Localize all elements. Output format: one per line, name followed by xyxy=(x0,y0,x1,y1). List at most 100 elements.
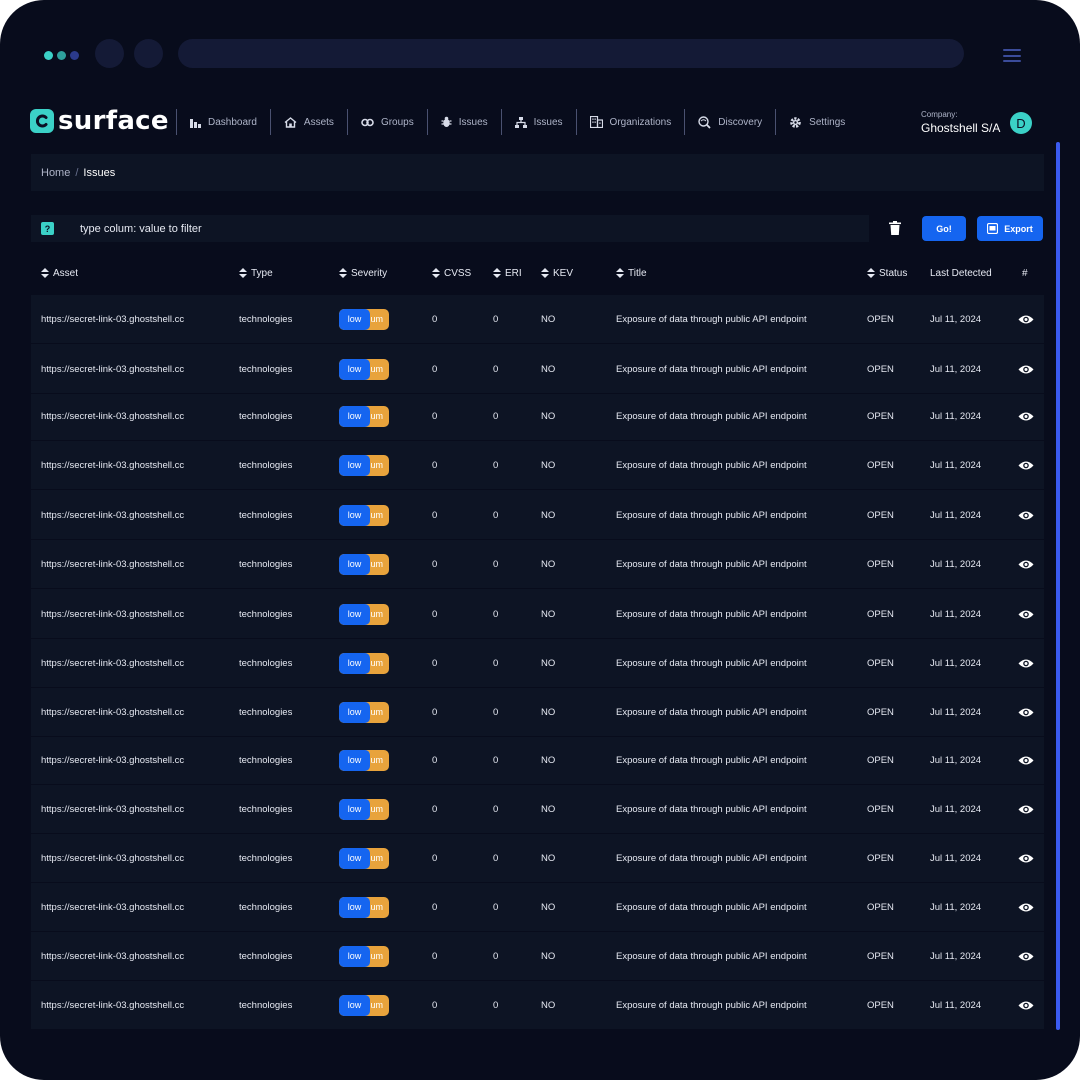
url-bar[interactable] xyxy=(178,39,964,68)
col-status[interactable]: Status xyxy=(867,258,907,288)
table-row[interactable]: https://secret-link-03.ghostshell.cc tec… xyxy=(31,736,1044,785)
severity-hidden-text: um xyxy=(370,755,383,765)
cell-severity: um low xyxy=(339,981,389,1029)
severity-hidden-text: um xyxy=(370,902,383,912)
company-info[interactable]: Company: Ghostshell S/A xyxy=(921,110,1000,135)
cell-asset[interactable]: https://secret-link-03.ghostshell.cc xyxy=(41,590,184,638)
cell-severity: um low xyxy=(339,834,389,882)
col-asset[interactable]: Asset xyxy=(41,258,78,288)
table-row[interactable]: https://secret-link-03.ghostshell.cc tec… xyxy=(31,883,1044,932)
col-type[interactable]: Type xyxy=(239,258,273,288)
eye-icon[interactable] xyxy=(1018,932,1034,980)
cell-asset[interactable]: https://secret-link-03.ghostshell.cc xyxy=(41,736,184,784)
cell-asset[interactable]: https://secret-link-03.ghostshell.cc xyxy=(41,981,184,1029)
cell-eri: 0 xyxy=(493,999,499,1011)
cell-kev: NO xyxy=(541,459,556,471)
table-row[interactable]: https://secret-link-03.ghostshell.cc tec… xyxy=(31,639,1044,688)
severity-low: low xyxy=(339,358,370,380)
cell-last-detected: Jul 11, 2024 xyxy=(930,754,982,766)
cell-asset[interactable]: https://secret-link-03.ghostshell.cc xyxy=(41,295,184,343)
col-severity[interactable]: Severity xyxy=(339,258,387,288)
export-button[interactable]: Export xyxy=(977,216,1043,241)
table-row[interactable]: https://secret-link-03.ghostshell.cc tec… xyxy=(31,295,1044,344)
eye-icon[interactable] xyxy=(1018,295,1034,343)
cell-asset[interactable]: https://secret-link-03.ghostshell.cc xyxy=(41,392,184,440)
cell-eri: 0 xyxy=(493,657,499,669)
cell-asset[interactable]: https://secret-link-03.ghostshell.cc xyxy=(41,834,184,882)
cell-type: technologies xyxy=(239,852,293,864)
col-eri[interactable]: ERI xyxy=(493,258,522,288)
col-title[interactable]: Title xyxy=(616,258,647,288)
cell-asset[interactable]: https://secret-link-03.ghostshell.cc xyxy=(41,540,184,588)
go-button[interactable]: Go! xyxy=(922,216,966,241)
cell-status: OPEN xyxy=(867,999,894,1011)
menu-icon[interactable] xyxy=(1003,49,1021,62)
col-cvss[interactable]: CVSS xyxy=(432,258,471,288)
nav-item-groups[interactable]: Groups xyxy=(346,109,427,135)
nav-item-settings[interactable]: Settings xyxy=(775,109,858,135)
cell-asset[interactable]: https://secret-link-03.ghostshell.cc xyxy=(41,688,184,736)
scrollbar[interactable] xyxy=(1056,142,1060,1030)
eye-icon[interactable] xyxy=(1018,688,1034,736)
cell-asset[interactable]: https://secret-link-03.ghostshell.cc xyxy=(41,441,184,489)
cell-asset[interactable]: https://secret-link-03.ghostshell.cc xyxy=(41,785,184,833)
avatar[interactable]: D xyxy=(1010,112,1032,134)
table-row[interactable]: https://secret-link-03.ghostshell.cc tec… xyxy=(31,834,1044,883)
cell-asset[interactable]: https://secret-link-03.ghostshell.cc xyxy=(41,491,184,539)
eye-icon[interactable] xyxy=(1018,981,1034,1029)
nav-item-assets[interactable]: Assets xyxy=(269,109,347,135)
cell-asset[interactable]: https://secret-link-03.ghostshell.cc xyxy=(41,883,184,931)
eye-icon[interactable] xyxy=(1018,590,1034,638)
nav-item-dashboard[interactable]: Dashboard xyxy=(176,109,270,135)
eye-icon[interactable] xyxy=(1018,392,1034,440)
severity-low: low xyxy=(339,308,370,330)
cell-asset[interactable]: https://secret-link-03.ghostshell.cc xyxy=(41,932,184,980)
nav-item-organizations[interactable]: Organizations xyxy=(575,109,685,135)
cell-severity: um low xyxy=(339,540,389,588)
cell-title: Exposure of data through public API endp… xyxy=(616,558,807,570)
eye-icon[interactable] xyxy=(1018,345,1034,393)
cell-eri: 0 xyxy=(493,706,499,718)
severity-badge: um low xyxy=(339,749,389,771)
table-row[interactable]: https://secret-link-03.ghostshell.cc tec… xyxy=(31,688,1044,737)
cell-asset[interactable]: https://secret-link-03.ghostshell.cc xyxy=(41,345,184,393)
eye-icon[interactable] xyxy=(1018,736,1034,784)
eye-icon[interactable] xyxy=(1018,639,1034,687)
table-row[interactable]: https://secret-link-03.ghostshell.cc tec… xyxy=(31,932,1044,981)
eye-icon[interactable] xyxy=(1018,883,1034,931)
severity-badge: um low xyxy=(339,358,389,380)
nav-item-discovery[interactable]: Discovery xyxy=(684,109,775,135)
eye-icon[interactable] xyxy=(1018,834,1034,882)
sort-icon xyxy=(41,268,49,278)
table-row[interactable]: https://secret-link-03.ghostshell.cc tec… xyxy=(31,540,1044,589)
eye-icon[interactable] xyxy=(1018,540,1034,588)
table-row[interactable]: https://secret-link-03.ghostshell.cc tec… xyxy=(31,345,1044,394)
table-row[interactable]: https://secret-link-03.ghostshell.cc tec… xyxy=(31,785,1044,834)
eye-icon[interactable] xyxy=(1018,491,1034,539)
table-row[interactable]: https://secret-link-03.ghostshell.cc tec… xyxy=(31,491,1044,540)
nav-item-issues-tree[interactable]: Issues xyxy=(500,109,576,135)
severity-badge: um low xyxy=(339,896,389,918)
table-row[interactable]: https://secret-link-03.ghostshell.cc tec… xyxy=(31,392,1044,441)
forward-button[interactable] xyxy=(134,39,163,68)
trash-icon[interactable] xyxy=(889,221,901,240)
logo-mark-icon xyxy=(30,109,54,133)
cell-severity: um low xyxy=(339,295,389,343)
back-button[interactable] xyxy=(95,39,124,68)
cell-asset[interactable]: https://secret-link-03.ghostshell.cc xyxy=(41,639,184,687)
breadcrumb-home[interactable]: Home xyxy=(41,167,70,179)
table-row[interactable]: https://secret-link-03.ghostshell.cc tec… xyxy=(31,441,1044,490)
col-kev[interactable]: KEV xyxy=(541,258,573,288)
nav-label: Settings xyxy=(809,116,846,128)
logo[interactable]: surface xyxy=(30,106,169,136)
help-icon[interactable]: ? xyxy=(41,222,54,235)
table-row[interactable]: https://secret-link-03.ghostshell.cc tec… xyxy=(31,981,1044,1030)
filter-input[interactable] xyxy=(80,222,869,235)
table-row[interactable]: https://secret-link-03.ghostshell.cc tec… xyxy=(31,590,1044,639)
col-last-detected[interactable]: Last Detected xyxy=(930,258,992,288)
cell-last-detected: Jul 11, 2024 xyxy=(930,901,982,913)
nav-item-issues[interactable]: Issues xyxy=(426,109,501,135)
eye-icon[interactable] xyxy=(1018,441,1034,489)
cell-type: technologies xyxy=(239,803,293,815)
eye-icon[interactable] xyxy=(1018,785,1034,833)
